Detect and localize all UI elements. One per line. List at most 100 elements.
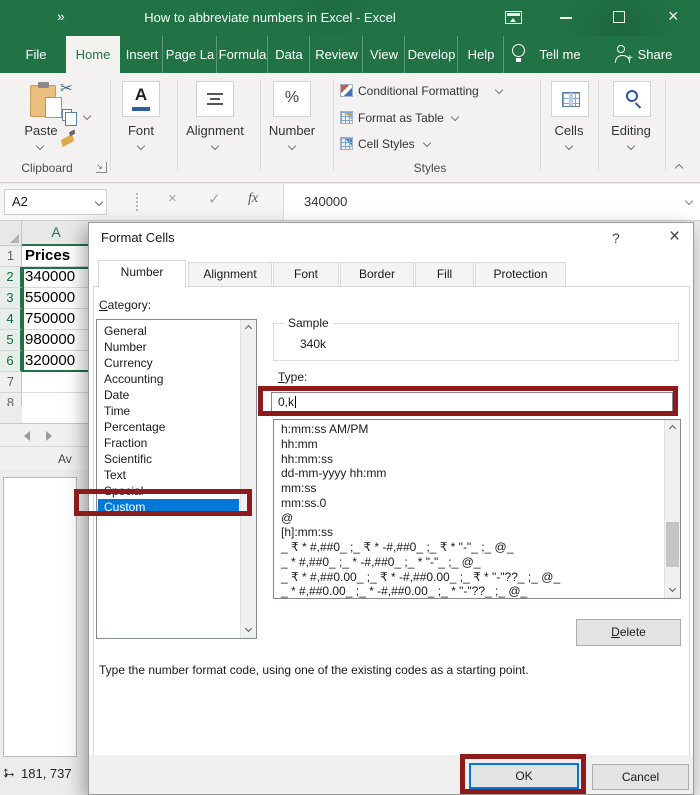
cell-a7[interactable] bbox=[22, 372, 90, 393]
tab-view[interactable]: View bbox=[364, 36, 405, 73]
category-item-currency[interactable]: Currency bbox=[98, 355, 239, 371]
category-item-text[interactable]: Text bbox=[98, 467, 239, 483]
copy-icon[interactable] bbox=[62, 109, 72, 121]
scroll-up-icon[interactable] bbox=[669, 425, 676, 432]
close-button[interactable]: × bbox=[668, 6, 679, 27]
cut-icon[interactable]: ✂ bbox=[60, 79, 73, 97]
row-header[interactable]: 7 bbox=[0, 372, 22, 393]
tab-developer[interactable]: Develop bbox=[406, 36, 458, 73]
dialog-tab-fill[interactable]: Fill bbox=[415, 262, 474, 287]
row-header[interactable]: 4 bbox=[0, 309, 22, 330]
select-all-corner[interactable] bbox=[0, 221, 22, 246]
delete-button[interactable]: Delete bbox=[576, 619, 681, 646]
copy-dropdown-icon[interactable] bbox=[83, 112, 91, 120]
maximize-button[interactable] bbox=[613, 11, 625, 23]
category-item-time[interactable]: Time bbox=[98, 403, 239, 419]
tab-home[interactable]: Home bbox=[66, 36, 120, 73]
row-header[interactable]: 8 bbox=[0, 393, 22, 406]
scroll-down-icon[interactable] bbox=[669, 585, 676, 592]
insert-function-icon[interactable]: fx bbox=[248, 191, 258, 207]
format-code-item[interactable]: mm:ss.0 bbox=[275, 496, 663, 511]
font-group-icon[interactable]: A bbox=[122, 81, 160, 117]
dialog-close-icon[interactable]: × bbox=[669, 226, 680, 248]
tab-page-layout[interactable]: Page La bbox=[164, 36, 217, 73]
number-group-icon[interactable]: % bbox=[273, 81, 311, 117]
font-dropdown-icon[interactable] bbox=[137, 142, 145, 150]
category-item-general[interactable]: General bbox=[98, 323, 239, 339]
quick-access-toolbar-icon[interactable]: » bbox=[57, 8, 63, 24]
cells-dropdown-icon[interactable] bbox=[565, 142, 573, 150]
share-button[interactable]: Share bbox=[630, 36, 680, 73]
category-item-scientific[interactable]: Scientific bbox=[98, 451, 239, 467]
ribbon-display-options-icon[interactable] bbox=[505, 11, 522, 24]
tab-insert[interactable]: Insert bbox=[122, 36, 163, 73]
row-header[interactable]: 3 bbox=[0, 288, 22, 309]
row-header[interactable]: 2 bbox=[0, 267, 22, 288]
clipboard-dialog-launcher-icon[interactable]: ↘ bbox=[96, 162, 107, 173]
dialog-tab-protection[interactable]: Protection bbox=[475, 262, 566, 287]
tell-me-box[interactable]: Tell me bbox=[530, 36, 590, 73]
expand-formula-bar-icon[interactable] bbox=[685, 197, 693, 205]
name-box[interactable]: A2 bbox=[4, 189, 107, 215]
sheet-prev-icon[interactable] bbox=[24, 431, 30, 441]
paste-button[interactable]: Paste bbox=[16, 123, 66, 138]
table-row[interactable]: 1Prices bbox=[0, 246, 90, 267]
collapse-ribbon-icon[interactable] bbox=[675, 164, 683, 172]
conditional-formatting-button[interactable]: Conditional Formatting bbox=[358, 84, 479, 98]
editing-group-icon[interactable] bbox=[613, 81, 651, 117]
dialog-tab-alignment[interactable]: Alignment bbox=[188, 262, 272, 287]
format-code-item[interactable]: _ ₹ * #,##0_ ;_ ₹ * -#,##0_ ;_ ₹ * "-"_ … bbox=[275, 540, 663, 555]
table-row[interactable]: 8 bbox=[0, 393, 90, 406]
editing-dropdown-icon[interactable] bbox=[627, 142, 635, 150]
cancel-button[interactable]: Cancel bbox=[592, 764, 689, 790]
category-item-percentage[interactable]: Percentage bbox=[98, 419, 239, 435]
alignment-dropdown-icon[interactable] bbox=[211, 142, 219, 150]
table-row[interactable]: 7 bbox=[0, 372, 90, 393]
tab-help[interactable]: Help bbox=[459, 36, 504, 73]
sheet-next-icon[interactable] bbox=[46, 431, 52, 441]
tab-formulas[interactable]: Formula bbox=[218, 36, 268, 73]
conditional-formatting-dropdown-icon[interactable] bbox=[495, 86, 503, 94]
format-code-item[interactable]: hh:mm bbox=[275, 437, 663, 452]
format-code-item[interactable]: mm:ss bbox=[275, 481, 663, 496]
alignment-group-icon[interactable] bbox=[196, 81, 234, 117]
row-header[interactable]: 6 bbox=[0, 351, 22, 372]
tab-review[interactable]: Review bbox=[311, 36, 363, 73]
format-codes-listbox[interactable]: h:mm:ss AM/PM hh:mm hh:mm:ss dd-mm-yyyy … bbox=[273, 419, 681, 599]
scroll-down-icon[interactable] bbox=[245, 625, 252, 632]
formula-enter-icon[interactable]: ✓ bbox=[208, 190, 221, 208]
cells-group-icon[interactable] bbox=[551, 81, 589, 117]
dialog-tab-number[interactable]: Number bbox=[98, 260, 186, 288]
category-item-date[interactable]: Date bbox=[98, 387, 239, 403]
category-item-fraction[interactable]: Fraction bbox=[98, 435, 239, 451]
format-code-item[interactable]: dd-mm-yyyy hh:mm bbox=[275, 466, 663, 481]
format-code-item[interactable]: h:mm:ss AM/PM bbox=[275, 422, 663, 437]
row-header[interactable]: 5 bbox=[0, 330, 22, 351]
format-as-table-button[interactable]: Format as Table bbox=[358, 111, 444, 125]
category-scrollbar[interactable] bbox=[240, 320, 256, 638]
formula-cancel-icon[interactable]: × bbox=[168, 190, 177, 207]
format-code-item[interactable]: _ * #,##0_ ;_ * -#,##0_ ;_ * "-"_ ;_ @_ bbox=[275, 555, 663, 570]
format-code-item[interactable]: [h]:mm:ss bbox=[275, 525, 663, 540]
paste-dropdown-icon[interactable] bbox=[36, 142, 44, 150]
cell-styles-dropdown-icon[interactable] bbox=[423, 139, 431, 147]
minimize-button[interactable] bbox=[560, 17, 572, 19]
format-code-item[interactable]: _ * #,##0.00_ ;_ * -#,##0.00_ ;_ * "-"??… bbox=[275, 584, 663, 599]
column-header-a[interactable]: A bbox=[22, 221, 90, 246]
tab-file[interactable]: File bbox=[12, 36, 60, 73]
row-header[interactable]: 1 bbox=[0, 246, 22, 267]
dialog-tab-border[interactable]: Border bbox=[340, 262, 414, 287]
format-codes-scrollbar[interactable] bbox=[664, 420, 680, 598]
category-listbox[interactable]: General Number Currency Accounting Date … bbox=[96, 319, 257, 639]
scrollbar-thumb[interactable] bbox=[666, 522, 679, 567]
category-item-number[interactable]: Number bbox=[98, 339, 239, 355]
dialog-tab-font[interactable]: Font bbox=[273, 262, 339, 287]
name-box-dropdown-icon[interactable] bbox=[95, 198, 103, 206]
format-code-item[interactable]: @ bbox=[275, 511, 663, 526]
format-code-item[interactable]: _ ₹ * #,##0.00_ ;_ ₹ * -#,##0.00_ ;_ ₹ *… bbox=[275, 570, 663, 585]
number-dropdown-icon[interactable] bbox=[288, 142, 296, 150]
scroll-up-icon[interactable] bbox=[245, 325, 252, 332]
category-item-accounting[interactable]: Accounting bbox=[98, 371, 239, 387]
cell-a1[interactable]: Prices bbox=[22, 246, 90, 267]
cell-a8[interactable] bbox=[22, 393, 90, 406]
